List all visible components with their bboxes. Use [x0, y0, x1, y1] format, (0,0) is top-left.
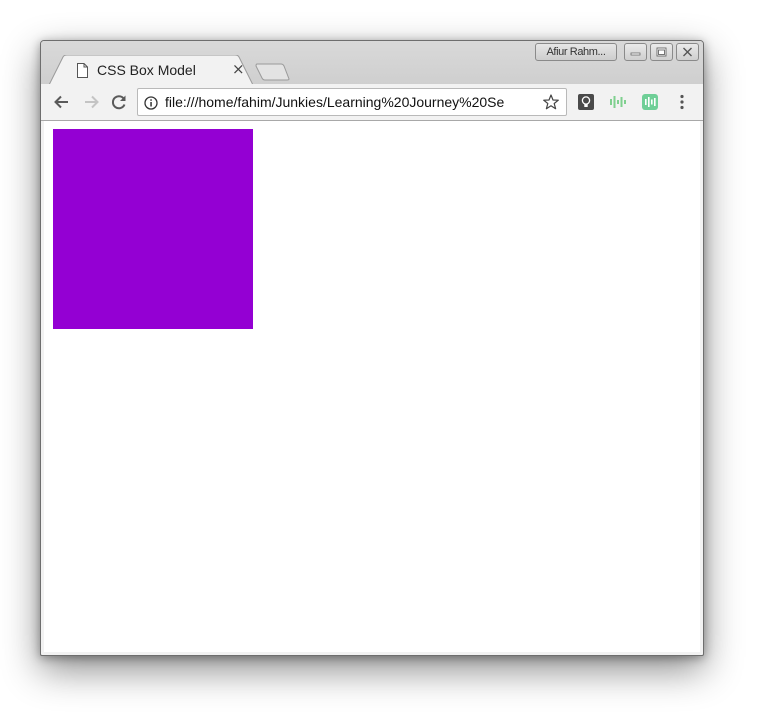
lightbulb-icon[interactable]	[577, 93, 595, 111]
puzzle-wave-icon[interactable]	[641, 93, 659, 111]
close-window-button[interactable]	[676, 43, 699, 61]
minimize-button[interactable]	[624, 43, 647, 61]
info-icon[interactable]	[144, 95, 158, 110]
maximize-button[interactable]	[650, 43, 673, 61]
title-bar: CSS Box Model × Afiur Rahm...	[41, 41, 703, 85]
reload-icon[interactable]	[109, 92, 129, 112]
profile-button[interactable]: Afiur Rahm...	[535, 43, 617, 61]
url-text[interactable]: file:///home/fahim/Junkies/Learning%20Jo…	[165, 94, 535, 110]
bookmark-star-icon[interactable]	[543, 94, 559, 110]
tab-css-box-model[interactable]: CSS Box Model ×	[49, 55, 253, 85]
audio-wave-icon[interactable]	[609, 93, 627, 111]
browser-toolbar: file:///home/fahim/Junkies/Learning%20Jo…	[41, 84, 703, 121]
page-content	[44, 121, 700, 652]
kebab-menu-icon[interactable]	[673, 93, 691, 111]
forward-arrow-icon[interactable]	[81, 92, 101, 112]
browser-window: CSS Box Model × Afiur Rahm... file:///ho…	[40, 40, 704, 656]
back-arrow-icon[interactable]	[52, 92, 72, 112]
document-icon	[76, 63, 89, 78]
purple-box	[53, 129, 253, 329]
new-tab-button[interactable]	[253, 62, 291, 82]
tab-title: CSS Box Model	[97, 62, 196, 78]
tab-close-icon[interactable]: ×	[232, 60, 245, 78]
address-bar[interactable]: file:///home/fahim/Junkies/Learning%20Jo…	[137, 88, 567, 116]
